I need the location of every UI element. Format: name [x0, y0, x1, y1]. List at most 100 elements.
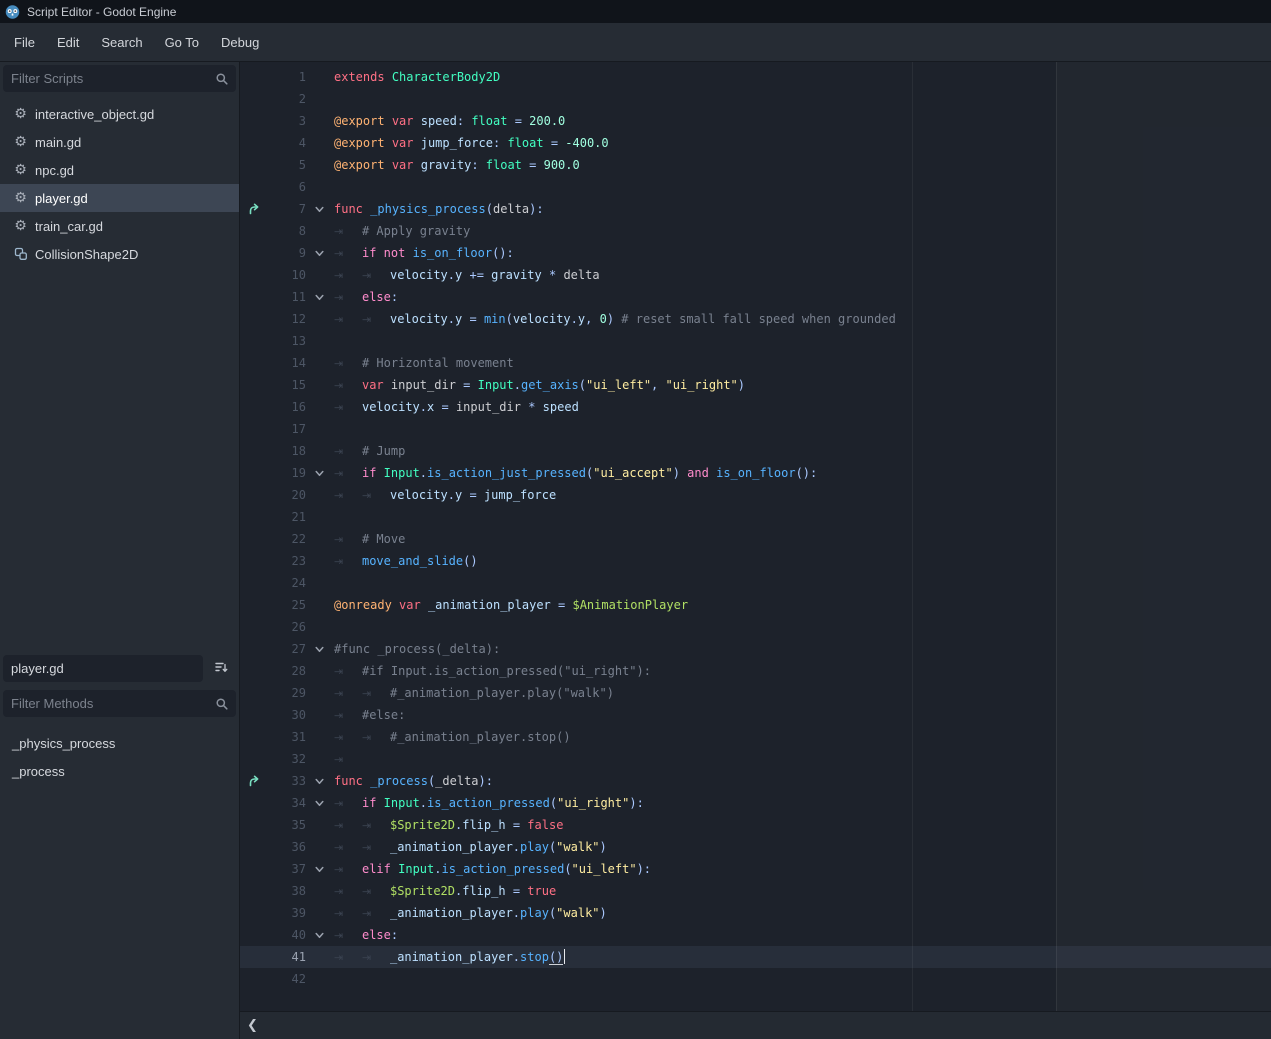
menu-file[interactable]: File [12, 31, 37, 54]
fold-toggle-icon[interactable] [306, 792, 332, 814]
line-number[interactable]: 31 [268, 726, 306, 748]
line-number[interactable]: 9 [268, 242, 306, 264]
line-number[interactable]: 16 [268, 396, 306, 418]
script-list-item[interactable]: ⚙︎npc.gd [0, 156, 239, 184]
line-number[interactable]: 42 [268, 968, 306, 990]
code-line[interactable]: 33func _process(_delta): [240, 770, 1271, 792]
line-number[interactable]: 41 [268, 946, 306, 968]
code-line[interactable]: 8⇥# Apply gravity [240, 220, 1271, 242]
script-list-item[interactable]: CollisionShape2D [0, 240, 239, 268]
fold-toggle-icon[interactable] [306, 462, 332, 484]
line-number[interactable]: 2 [268, 88, 306, 110]
fold-toggle-icon[interactable] [306, 242, 332, 264]
code-area[interactable]: 1extends CharacterBody2D23@export var sp… [240, 62, 1271, 1011]
menu-debug[interactable]: Debug [219, 31, 261, 54]
line-number[interactable]: 39 [268, 902, 306, 924]
line-number[interactable]: 10 [268, 264, 306, 286]
current-script-name-field[interactable] [3, 655, 203, 682]
code-line[interactable]: 37⇥elif Input.is_action_pressed("ui_left… [240, 858, 1271, 880]
code-line[interactable]: 2 [240, 88, 1271, 110]
menu-search[interactable]: Search [99, 31, 144, 54]
line-number[interactable]: 34 [268, 792, 306, 814]
code-line[interactable]: 16⇥velocity.x = input_dir * speed [240, 396, 1271, 418]
code-line[interactable]: 28⇥#if Input.is_action_pressed("ui_right… [240, 660, 1271, 682]
code-line[interactable]: 18⇥# Jump [240, 440, 1271, 462]
line-number[interactable]: 4 [268, 132, 306, 154]
line-number[interactable]: 24 [268, 572, 306, 594]
code-line[interactable]: 35⇥⇥$Sprite2D.flip_h = false [240, 814, 1271, 836]
script-list-item[interactable]: ⚙︎train_car.gd [0, 212, 239, 240]
line-number[interactable]: 5 [268, 154, 306, 176]
code-line[interactable]: 21 [240, 506, 1271, 528]
line-number[interactable]: 38 [268, 880, 306, 902]
code-line[interactable]: 27#func _process(_delta): [240, 638, 1271, 660]
filter-methods-input[interactable] [3, 696, 236, 711]
code-line[interactable]: 6 [240, 176, 1271, 198]
code-line[interactable]: 7func _physics_process(delta): [240, 198, 1271, 220]
script-list-item[interactable]: ⚙︎player.gd [0, 184, 239, 212]
code-line[interactable]: 15⇥var input_dir = Input.get_axis("ui_le… [240, 374, 1271, 396]
filter-scripts-input[interactable] [3, 71, 236, 86]
line-number[interactable]: 28 [268, 660, 306, 682]
fold-toggle-icon[interactable] [306, 286, 332, 308]
line-number[interactable]: 32 [268, 748, 306, 770]
code-line[interactable]: 40⇥else: [240, 924, 1271, 946]
code-line[interactable]: 19⇥if Input.is_action_just_pressed("ui_a… [240, 462, 1271, 484]
line-number[interactable]: 30 [268, 704, 306, 726]
code-line[interactable]: 42 [240, 968, 1271, 990]
code-line[interactable]: 25@onready var _animation_player = $Anim… [240, 594, 1271, 616]
fold-toggle-icon[interactable] [306, 858, 332, 880]
code-line[interactable]: 29⇥⇥#_animation_player.play("walk") [240, 682, 1271, 704]
code-line[interactable]: 1extends CharacterBody2D [240, 66, 1271, 88]
code-line[interactable]: 39⇥⇥_animation_player.play("walk") [240, 902, 1271, 924]
fold-toggle-icon[interactable] [306, 198, 332, 220]
line-number[interactable]: 26 [268, 616, 306, 638]
fold-toggle-icon[interactable] [306, 924, 332, 946]
code-line[interactable]: 11⇥else: [240, 286, 1271, 308]
line-number[interactable]: 15 [268, 374, 306, 396]
toggle-scripts-panel-button[interactable]: ❮ [247, 1018, 258, 1033]
fold-toggle-icon[interactable] [306, 638, 332, 660]
line-number[interactable]: 14 [268, 352, 306, 374]
line-number[interactable]: 22 [268, 528, 306, 550]
code-line[interactable]: 24 [240, 572, 1271, 594]
line-number[interactable]: 8 [268, 220, 306, 242]
line-number[interactable]: 1 [268, 66, 306, 88]
line-number[interactable]: 11 [268, 286, 306, 308]
line-number[interactable]: 20 [268, 484, 306, 506]
script-list-item[interactable]: ⚙︎interactive_object.gd [0, 100, 239, 128]
code-line[interactable]: 5@export var gravity: float = 900.0 [240, 154, 1271, 176]
code-line[interactable]: 10⇥⇥velocity.y += gravity * delta [240, 264, 1271, 286]
line-number[interactable]: 13 [268, 330, 306, 352]
line-number[interactable]: 18 [268, 440, 306, 462]
code-line[interactable]: 3@export var speed: float = 200.0 [240, 110, 1271, 132]
code-line[interactable]: 9⇥if not is_on_floor(): [240, 242, 1271, 264]
line-number[interactable]: 29 [268, 682, 306, 704]
code-line[interactable]: 41⇥⇥_animation_player.stop() [240, 946, 1271, 968]
line-number[interactable]: 3 [268, 110, 306, 132]
line-number[interactable]: 17 [268, 418, 306, 440]
code-line[interactable]: 17 [240, 418, 1271, 440]
fold-toggle-icon[interactable] [306, 770, 332, 792]
code-line[interactable]: 30⇥#else: [240, 704, 1271, 726]
code-line[interactable]: 26 [240, 616, 1271, 638]
method-list-item[interactable]: _physics_process [0, 729, 239, 757]
line-number[interactable]: 37 [268, 858, 306, 880]
line-number[interactable]: 12 [268, 308, 306, 330]
code-line[interactable]: 36⇥⇥_animation_player.play("walk") [240, 836, 1271, 858]
line-number[interactable]: 6 [268, 176, 306, 198]
code-line[interactable]: 20⇥⇥velocity.y = jump_force [240, 484, 1271, 506]
method-list-item[interactable]: _process [0, 757, 239, 785]
code-line[interactable]: 13 [240, 330, 1271, 352]
code-line[interactable]: 4@export var jump_force: float = -400.0 [240, 132, 1271, 154]
script-list-item[interactable]: ⚙︎main.gd [0, 128, 239, 156]
code-line[interactable]: 31⇥⇥#_animation_player.stop() [240, 726, 1271, 748]
line-number[interactable]: 7 [268, 198, 306, 220]
code-line[interactable]: 34⇥if Input.is_action_pressed("ui_right"… [240, 792, 1271, 814]
line-number[interactable]: 35 [268, 814, 306, 836]
code-line[interactable]: 14⇥# Horizontal movement [240, 352, 1271, 374]
code-line[interactable]: 38⇥⇥$Sprite2D.flip_h = true [240, 880, 1271, 902]
code-line[interactable]: 22⇥# Move [240, 528, 1271, 550]
line-number[interactable]: 36 [268, 836, 306, 858]
line-number[interactable]: 23 [268, 550, 306, 572]
